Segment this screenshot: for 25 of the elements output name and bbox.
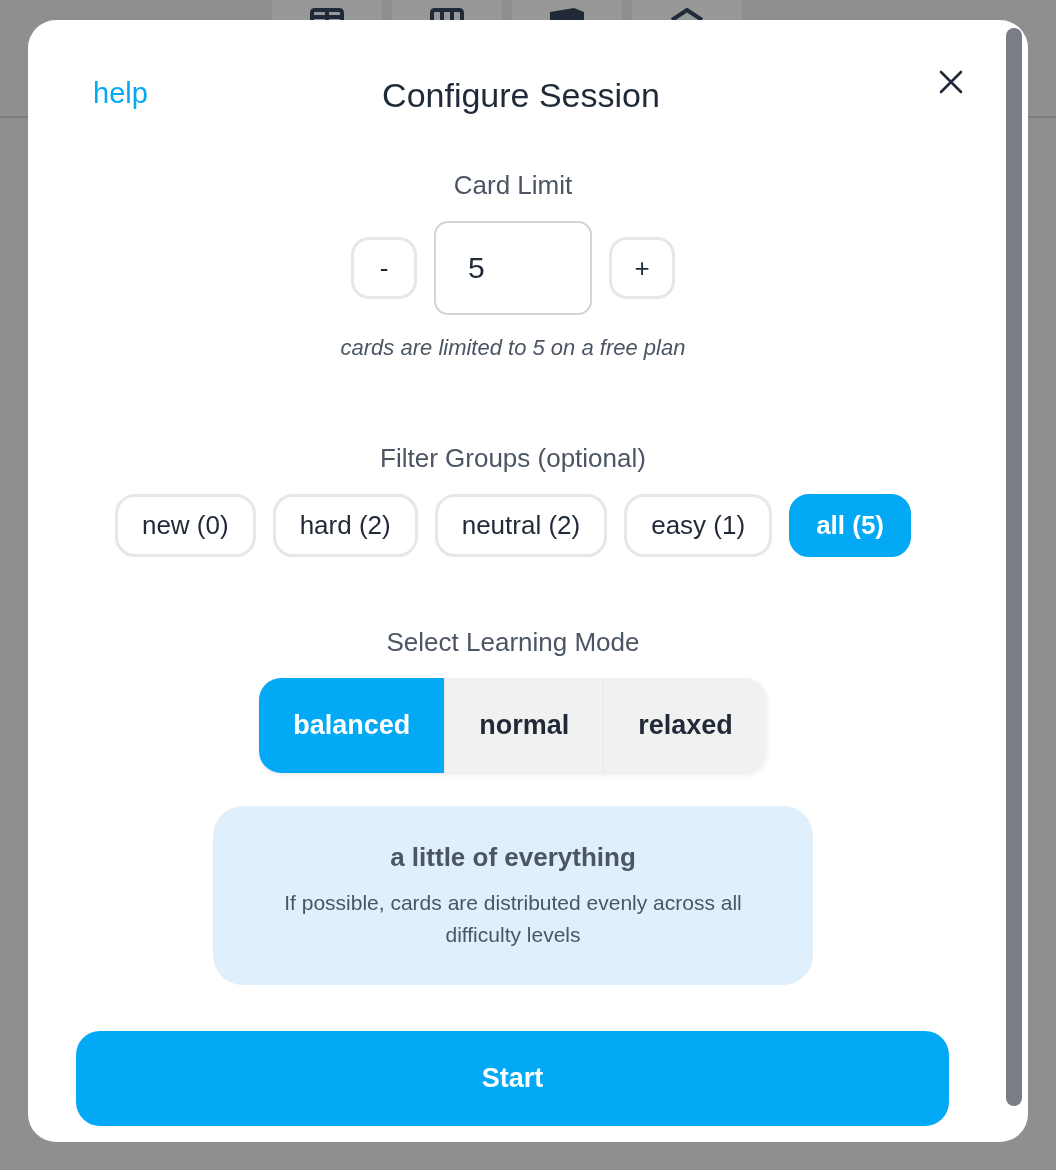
table-icon bbox=[430, 8, 464, 20]
grid-icon bbox=[310, 8, 344, 20]
mode-title: a little of everything bbox=[389, 842, 637, 873]
mode-tab[interactable]: normal bbox=[445, 678, 605, 773]
close-icon[interactable] bbox=[938, 69, 964, 95]
dialog-title: Configure Session bbox=[382, 75, 660, 115]
section-label: Filter Groups (optional) bbox=[380, 443, 646, 474]
toolbar-button[interactable] bbox=[272, 0, 382, 20]
filter-chip[interactable]: easy (1) bbox=[624, 494, 773, 557]
mode-description: If possible, cards are distributed evenly across all difficulty levels bbox=[283, 890, 743, 948]
toolbar-button[interactable] bbox=[392, 0, 502, 20]
mode-tab[interactable]: relaxed bbox=[604, 678, 767, 773]
increment-button[interactable]: + bbox=[609, 237, 675, 299]
filter-chip[interactable]: hard (2) bbox=[272, 494, 418, 557]
section-label: Select Learning Mode bbox=[386, 627, 640, 658]
section-label: Card Limit bbox=[453, 170, 573, 201]
toolbar-button[interactable] bbox=[512, 0, 622, 20]
filter-chip[interactable]: new (0) bbox=[114, 494, 256, 557]
card-limit-field[interactable]: 5 bbox=[434, 221, 592, 315]
house-icon bbox=[670, 8, 704, 20]
limit-note: cards are limited to 5 on a free plan bbox=[340, 335, 686, 361]
decrement-button[interactable]: - bbox=[351, 237, 417, 299]
scrollbar[interactable] bbox=[1006, 28, 1022, 1106]
filter-chip[interactable]: neutral (2) bbox=[434, 494, 608, 557]
toolbar-button[interactable] bbox=[632, 0, 742, 20]
